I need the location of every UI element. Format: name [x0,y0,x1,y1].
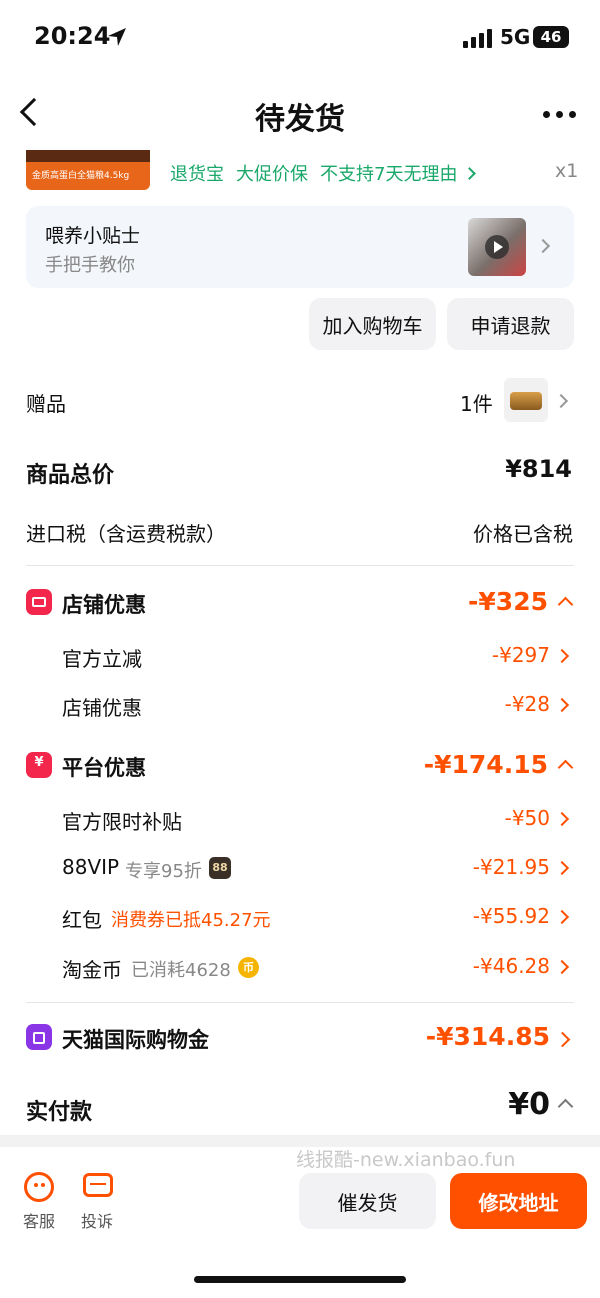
feeding-tips-card[interactable]: 喂养小贴士 手把手教你 [26,206,574,288]
status-time: 20:24 [34,22,111,50]
store-discount-amount: -¥325 [468,587,548,616]
paid-row[interactable]: 实付款 ¥0 [0,1086,600,1126]
add-to-cart-button[interactable]: 加入购物车 [309,298,436,350]
gift-label: 赠品 [26,392,66,416]
chevron-right-icon [554,959,570,975]
service-price-protect: 大促价保 [236,164,308,185]
discount-value: -¥297 [491,643,550,667]
service-no-7day: 不支持7天无理由 [320,164,458,185]
product-thumb-caption: 金质高蛋白全猫粮4.5kg [32,171,130,181]
services-chevron-icon [463,166,477,180]
discount-value: -¥28 [504,692,550,716]
discount-value: -¥21.95 [472,855,550,879]
gift-row[interactable]: 赠品 1件 [0,376,600,426]
discount-label: 88VIP [62,855,120,879]
play-icon [485,235,509,259]
platform-coupon-icon: ¥ [26,752,52,778]
platform-discount-amount: -¥174.15 [423,750,548,779]
battery-icon: 46 [533,26,569,48]
video-thumbnail[interactable] [468,218,526,276]
discount-note: 已消耗4628 [131,960,231,981]
list-item[interactable]: 88VIP 专享95折 88 -¥21.95 [0,853,600,883]
discount-label: 红包 [62,908,102,932]
complaint-button[interactable]: 投诉 [80,1172,120,1234]
page-title: 待发货 [255,102,345,137]
discount-label: 店铺优惠 [62,696,142,720]
signal-icon [463,29,492,48]
tips-subtitle: 手把手教你 [45,255,135,276]
network-label: 5G [500,25,531,49]
discount-value: -¥46.28 [472,954,550,978]
tips-title: 喂养小贴士 [45,225,141,247]
status-bar: 20:24 5G 46 [0,0,600,76]
list-item[interactable]: 官方限时补贴 -¥50 [0,804,600,834]
store-icon [26,589,52,615]
discount-note: 消费券已抵45.27元 [111,910,271,931]
tips-chevron-icon [535,238,551,254]
bottom-bar: 线报酷-new.xianbao.fun 客服 投诉 催发货 修改地址 [0,1147,600,1298]
chat-bubble-icon [83,1173,113,1197]
discount-value: -¥55.92 [472,904,550,928]
shopping-bag-icon [26,1024,52,1050]
store-discount-title: 店铺优惠 [62,593,146,617]
divider [26,565,574,566]
home-indicator [194,1276,406,1283]
gift-chevron-icon [553,393,569,409]
product-thumbnail[interactable]: 金质高蛋白全猫粮4.5kg [26,150,150,190]
list-item[interactable]: 店铺优惠 -¥28 [0,690,600,720]
gift-thumbnail [504,378,548,422]
expand-chevron-icon [557,1098,574,1115]
change-address-button[interactable]: 修改地址 [450,1173,587,1229]
chevron-right-icon [554,648,570,664]
discount-label: 官方限时补贴 [62,810,182,834]
more-icon[interactable] [543,111,579,119]
complaint-label: 投诉 [81,1212,114,1231]
paid-label: 实付款 [26,1100,93,1125]
chevron-right-icon [554,697,570,713]
discount-label: 淘金币 [62,958,122,982]
collapse-chevron-icon [557,759,574,776]
tmall-gold-amount: -¥314.85 [425,1022,550,1051]
platform-discount-title: 平台优惠 [62,756,146,780]
total-value: ¥814 [505,455,572,483]
total-label: 商品总价 [26,463,115,488]
watermark: 线报酷-new.xianbao.fun [296,1149,516,1171]
chevron-right-icon [554,909,570,925]
list-item[interactable]: 淘金币 已消耗4628 币 -¥46.28 [0,952,600,982]
vip-88-badge: 88 [209,857,231,879]
customer-service-button[interactable]: 客服 [20,1172,60,1234]
product-services[interactable]: 退货宝 大促价保 不支持7天无理由 [170,160,477,186]
gift-count: 1件 [460,392,493,416]
chevron-right-icon [554,1031,571,1048]
customer-service-label: 客服 [23,1212,56,1231]
chevron-right-icon [554,860,570,876]
divider [26,1002,574,1003]
discount-note: 专享95折 [125,861,202,882]
list-item[interactable]: 红包 消费券已抵45.27元 -¥55.92 [0,902,600,932]
urge-shipping-button[interactable]: 催发货 [299,1173,436,1229]
request-refund-button[interactable]: 申请退款 [447,298,574,350]
paid-value: ¥0 [508,1087,550,1122]
service-return-insurance: 退货宝 [170,164,224,185]
battery-level: 46 [540,28,562,46]
discount-label: 官方立减 [62,647,142,671]
import-tax-label: 进口税（含运费税款） [26,522,226,546]
discount-value: -¥50 [504,806,550,830]
import-tax-value: 价格已含税 [473,522,573,546]
location-arrow-icon [108,28,126,46]
coin-icon: 币 [238,957,259,978]
collapse-chevron-icon [557,596,574,613]
list-item[interactable]: 官方立减 -¥297 [0,641,600,671]
store-discount-header[interactable]: 店铺优惠 -¥325 [0,585,600,621]
chevron-right-icon [554,811,570,827]
nav-bar: 待发货 [0,80,600,150]
tmall-gold-row[interactable]: 天猫国际购物金 -¥314.85 [0,1020,600,1056]
customer-service-icon [24,1172,54,1202]
product-quantity: x1 [555,160,579,182]
tmall-gold-title: 天猫国际购物金 [62,1028,209,1052]
platform-discount-header[interactable]: ¥ 平台优惠 -¥174.15 [0,748,600,784]
